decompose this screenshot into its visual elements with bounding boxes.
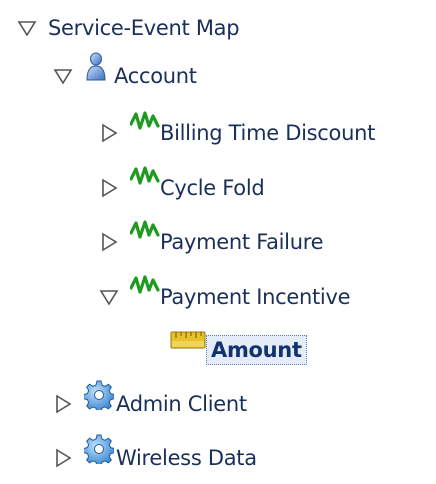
- tree-node-cycle-fold[interactable]: Cycle Fold: [98, 162, 265, 214]
- tree-node-amount[interactable]: Amount: [170, 324, 307, 376]
- expanded-triangle-icon[interactable]: [52, 65, 74, 87]
- gear-icon: [82, 434, 116, 468]
- event-wave-icon: [129, 165, 160, 191]
- tree-node-wireless-data[interactable]: Wireless Data: [52, 432, 257, 484]
- tree-node-label: Admin Client: [116, 392, 247, 416]
- tree-node-label: Payment Incentive: [160, 285, 351, 309]
- expanded-triangle-icon[interactable]: [16, 17, 38, 39]
- tree-node-label: Cycle Fold: [160, 176, 265, 200]
- tree-node-label: Billing Time Discount: [160, 121, 376, 145]
- event-wave-icon: [129, 219, 160, 245]
- collapsed-triangle-icon[interactable]: [98, 177, 120, 199]
- tree-node-account[interactable]: Account: [52, 50, 197, 102]
- gear-icon: [82, 380, 116, 414]
- tree-node-label: Service-Event Map: [48, 16, 240, 40]
- event-wave-icon: [129, 274, 160, 300]
- service-event-tree: Service-Event Map Account Billing Time D…: [0, 0, 436, 474]
- collapsed-triangle-icon[interactable]: [98, 122, 120, 144]
- tree-node-payment-incentive[interactable]: Payment Incentive: [98, 271, 351, 323]
- collapsed-triangle-icon[interactable]: [98, 231, 120, 253]
- tree-node-billing-time-discount[interactable]: Billing Time Discount: [98, 107, 375, 159]
- tree-node-label: Account: [114, 64, 197, 88]
- tree-node-label-selected: Amount: [206, 335, 307, 365]
- person-icon: [84, 52, 108, 86]
- tree-node-payment-failure[interactable]: Payment Failure: [98, 216, 324, 268]
- collapsed-triangle-icon[interactable]: [52, 393, 74, 415]
- tree-node-service-event-map[interactable]: Service-Event Map: [16, 2, 240, 54]
- tree-node-label: Payment Failure: [160, 230, 324, 254]
- expanded-triangle-icon[interactable]: [98, 286, 120, 308]
- ruler-icon: [170, 329, 206, 355]
- collapsed-triangle-icon[interactable]: [52, 447, 74, 469]
- tree-node-admin-client[interactable]: Admin Client: [52, 378, 247, 430]
- tree-node-label: Wireless Data: [116, 446, 257, 470]
- event-wave-icon: [129, 110, 160, 136]
